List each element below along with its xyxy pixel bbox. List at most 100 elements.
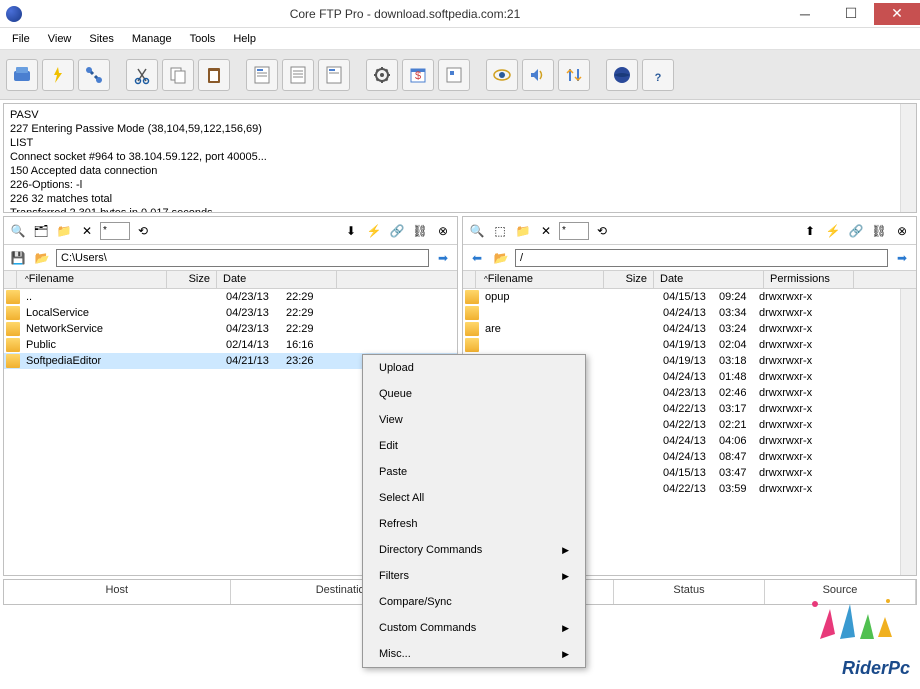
delete-icon[interactable]: ✕ [536, 221, 556, 241]
ctx-custom-commands[interactable]: Custom Commands▶ [363, 615, 585, 641]
remote-scrollbar[interactable] [900, 289, 916, 575]
date-col[interactable]: Date [654, 271, 764, 288]
size-col[interactable]: Size [167, 271, 217, 288]
up-icon[interactable]: 📂 [32, 248, 52, 268]
file-row[interactable]: Public 02/14/13 16:16 [4, 337, 457, 353]
delete-icon[interactable]: ✕ [77, 221, 97, 241]
perms-col[interactable]: Permissions [764, 271, 854, 288]
ctx-paste[interactable]: Paste [363, 459, 585, 485]
paste-button[interactable] [198, 59, 230, 91]
file-row[interactable]: 04/24/13 03:34 drwxrwxr-x [463, 305, 916, 321]
chevron-right-icon: ▶ [562, 623, 569, 634]
file-time: 02:21 [715, 419, 755, 431]
link-icon[interactable]: 🔗 [846, 221, 866, 241]
queue-host-col[interactable]: Host [4, 580, 231, 604]
ctx-upload[interactable]: Upload [363, 355, 585, 381]
new-folder-icon[interactable]: 📁 [54, 221, 74, 241]
icon-col[interactable] [4, 271, 17, 288]
ctx-filters[interactable]: Filters▶ [363, 563, 585, 589]
filename-col[interactable]: ^Filename [17, 271, 167, 288]
filename-col[interactable]: ^Filename [476, 271, 604, 288]
help-button[interactable]: ? [642, 59, 674, 91]
refresh-icon[interactable]: ⟲ [133, 221, 153, 241]
menu-manage[interactable]: Manage [124, 31, 180, 47]
file-row[interactable]: 04/19/13 02:04 drwxrwxr-x [463, 337, 916, 353]
template-button[interactable] [438, 59, 470, 91]
back-icon[interactable]: ⬅ [467, 248, 487, 268]
drive-icon[interactable]: 💾 [8, 248, 28, 268]
local-path-input[interactable] [56, 249, 429, 267]
filter-input[interactable] [559, 222, 589, 240]
edit-button[interactable] [246, 59, 278, 91]
cut-button[interactable] [126, 59, 158, 91]
ctx-select-all[interactable]: Select All [363, 485, 585, 511]
refresh-icon[interactable]: ⟲ [592, 221, 612, 241]
remote-path-input[interactable] [515, 249, 888, 267]
edit-remote-button[interactable] [318, 59, 350, 91]
globe-button[interactable] [606, 59, 638, 91]
ctx-view[interactable]: View [363, 407, 585, 433]
filter-input[interactable] [100, 222, 130, 240]
log-line: 227 Entering Passive Mode (38,104,59,122… [10, 122, 910, 136]
file-row[interactable]: .. 04/23/13 22:29 [4, 289, 457, 305]
tree-icon[interactable]: 🗂 [31, 221, 51, 241]
schedule-button[interactable]: $ [402, 59, 434, 91]
size-col[interactable]: Size [604, 271, 654, 288]
new-folder-icon[interactable]: 📁 [513, 221, 533, 241]
go-icon[interactable]: ➡ [892, 248, 912, 268]
site-manager-button[interactable] [6, 59, 38, 91]
ctx-compare-sync[interactable]: Compare/Sync [363, 589, 585, 615]
file-time: 03:47 [715, 467, 755, 479]
settings-button[interactable] [366, 59, 398, 91]
up-icon[interactable]: 📂 [491, 248, 511, 268]
file-row[interactable]: LocalService 04/23/13 22:29 [4, 305, 457, 321]
menu-view[interactable]: View [40, 31, 80, 47]
log-line: 150 Accepted data connection [10, 164, 910, 178]
upload-icon[interactable]: ⬆ [800, 221, 820, 241]
quick-connect-button[interactable] [42, 59, 74, 91]
folder-icon [465, 322, 479, 336]
file-perms: drwxrwxr-x [755, 483, 845, 495]
log-scrollbar[interactable] [900, 104, 916, 212]
date-col[interactable]: Date [217, 271, 337, 288]
disconnect-button[interactable] [78, 59, 110, 91]
link-icon[interactable]: 🔗 [387, 221, 407, 241]
unlink-icon[interactable]: ⛓ [869, 221, 889, 241]
file-row[interactable]: NetworkService 04/23/13 22:29 [4, 321, 457, 337]
ctx-directory-commands[interactable]: Directory Commands▶ [363, 537, 585, 563]
queue-status-col[interactable]: Status [614, 580, 765, 604]
ctx-edit[interactable]: Edit [363, 433, 585, 459]
bolt-icon[interactable]: ⚡ [364, 221, 384, 241]
menu-file[interactable]: File [4, 31, 38, 47]
menu-help[interactable]: Help [225, 31, 264, 47]
preview-button[interactable] [486, 59, 518, 91]
stop-icon[interactable]: ⊗ [433, 221, 453, 241]
ctx-queue[interactable]: Queue [363, 381, 585, 407]
maximize-button[interactable]: ☐ [828, 3, 874, 25]
view-button[interactable] [282, 59, 314, 91]
file-perms: drwxrwxr-x [755, 355, 845, 367]
ctx-misc[interactable]: Misc...▶ [363, 641, 585, 667]
menu-tools[interactable]: Tools [182, 31, 224, 47]
copy-button[interactable] [162, 59, 194, 91]
bolt-icon[interactable]: ⚡ [823, 221, 843, 241]
ctx-refresh[interactable]: Refresh [363, 511, 585, 537]
file-row[interactable]: opup 04/15/13 09:24 drwxrwxr-x [463, 289, 916, 305]
download-icon[interactable]: ⬇ [341, 221, 361, 241]
tree-icon[interactable]: ⬚ [490, 221, 510, 241]
file-row[interactable]: are 04/24/13 03:24 drwxrwxr-x [463, 321, 916, 337]
search-icon[interactable]: 🔍 [467, 221, 487, 241]
sound-button[interactable] [522, 59, 554, 91]
search-icon[interactable]: 🔍 [8, 221, 28, 241]
close-button[interactable]: ✕ [874, 3, 920, 25]
unlink-icon[interactable]: ⛓ [410, 221, 430, 241]
file-date: 04/19/13 [659, 355, 715, 367]
minimize-button[interactable]: ─ [782, 3, 828, 25]
go-icon[interactable]: ➡ [433, 248, 453, 268]
compare-button[interactable] [558, 59, 590, 91]
file-date: 04/21/13 [222, 355, 282, 367]
file-time: 03:59 [715, 483, 755, 495]
menu-sites[interactable]: Sites [81, 31, 121, 47]
icon-col[interactable] [463, 271, 476, 288]
stop-icon[interactable]: ⊗ [892, 221, 912, 241]
